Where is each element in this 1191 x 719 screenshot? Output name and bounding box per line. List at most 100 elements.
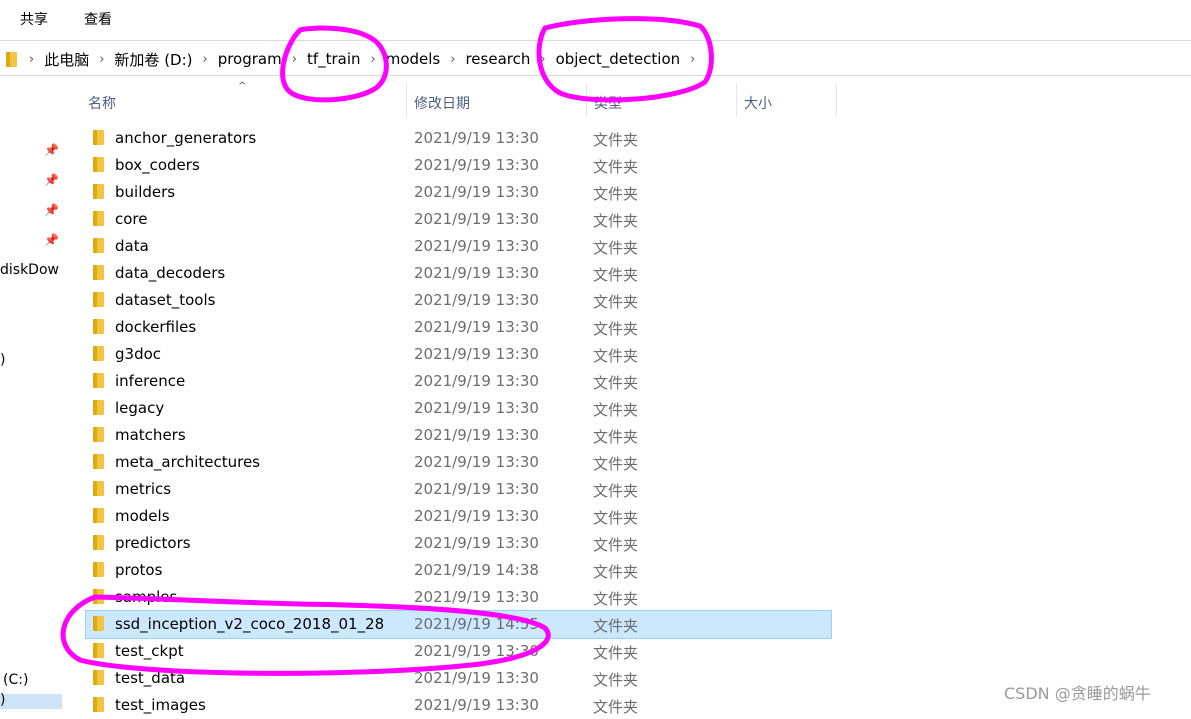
folder-icon bbox=[93, 616, 104, 631]
nav-item-diskdownload[interactable]: diskDow bbox=[0, 262, 59, 278]
file-modified-date: 2021/9/19 13:30 bbox=[414, 210, 539, 228]
file-modified-date: 2021/9/19 13:30 bbox=[414, 156, 539, 174]
column-type[interactable]: 类型 bbox=[594, 93, 622, 113]
file-row[interactable]: test_data 2021/9/19 13:30 文件夹 bbox=[86, 665, 831, 692]
folder-icon bbox=[93, 697, 104, 712]
chevron-right-icon[interactable]: › bbox=[371, 52, 376, 67]
file-row[interactable]: data 2021/9/19 13:30 文件夹 bbox=[86, 233, 831, 260]
file-modified-date: 2021/9/19 13:30 bbox=[414, 264, 539, 282]
column-size[interactable]: 大小 bbox=[744, 93, 772, 113]
file-type: 文件夹 bbox=[593, 374, 639, 392]
column-divider[interactable] bbox=[836, 84, 837, 116]
file-name: box_coders bbox=[115, 156, 200, 174]
file-modified-date: 2021/9/19 13:30 bbox=[414, 480, 539, 498]
file-modified-date: 2021/9/19 13:30 bbox=[414, 696, 539, 714]
column-name[interactable]: 名称 bbox=[88, 93, 116, 113]
file-name: data_decoders bbox=[115, 264, 226, 282]
file-row[interactable]: box_coders 2021/9/19 13:30 文件夹 bbox=[86, 152, 831, 179]
file-name: ssd_inception_v2_coco_2018_01_28 bbox=[115, 615, 385, 633]
nav-item-partial[interactable]: ) bbox=[0, 352, 5, 368]
chevron-right-icon[interactable]: › bbox=[203, 52, 208, 67]
file-name: anchor_generators bbox=[115, 129, 257, 147]
file-modified-date: 2021/9/19 13:30 bbox=[414, 588, 539, 606]
file-row[interactable]: protos 2021/9/19 14:38 文件夹 bbox=[86, 557, 831, 584]
file-row[interactable]: data_decoders 2021/9/19 13:30 文件夹 bbox=[86, 260, 831, 287]
ribbon-tab-share[interactable]: 共享 bbox=[20, 9, 48, 29]
folder-icon bbox=[93, 238, 104, 253]
column-divider[interactable] bbox=[406, 84, 407, 116]
file-modified-date: 2021/9/19 13:30 bbox=[414, 453, 539, 471]
pin-icon[interactable]: 📌 bbox=[44, 173, 59, 187]
breadcrumb-drive-d[interactable]: 新加卷 (D:) bbox=[114, 49, 192, 70]
file-type: 文件夹 bbox=[593, 131, 639, 149]
folder-icon bbox=[93, 508, 104, 523]
pin-icon[interactable]: 📌 bbox=[44, 203, 59, 217]
file-name: g3doc bbox=[115, 345, 162, 363]
file-row[interactable]: anchor_generators 2021/9/19 13:30 文件夹 bbox=[86, 125, 831, 152]
file-row[interactable]: core 2021/9/19 13:30 文件夹 bbox=[86, 206, 831, 233]
column-divider[interactable] bbox=[736, 84, 737, 116]
folder-icon bbox=[93, 589, 104, 604]
folder-icon bbox=[93, 427, 104, 442]
column-divider[interactable] bbox=[586, 84, 587, 116]
file-type: 文件夹 bbox=[593, 428, 639, 446]
file-name: legacy bbox=[115, 399, 165, 417]
file-row[interactable]: ssd_inception_v2_coco_2018_01_28 2021/9/1… bbox=[85, 610, 832, 639]
column-date[interactable]: 修改日期 bbox=[414, 93, 470, 113]
file-name: builders bbox=[115, 183, 176, 201]
file-row[interactable]: legacy 2021/9/19 13:30 文件夹 bbox=[86, 395, 831, 422]
file-row[interactable]: meta_architectures 2021/9/19 13:30 文件夹 bbox=[86, 449, 831, 476]
file-modified-date: 2021/9/19 13:30 bbox=[414, 372, 539, 390]
chevron-right-icon[interactable]: › bbox=[29, 52, 34, 67]
pin-icon[interactable]: 📌 bbox=[44, 143, 59, 157]
file-row[interactable]: dataset_tools 2021/9/19 13:30 文件夹 bbox=[86, 287, 831, 314]
file-row[interactable]: test_ckpt 2021/9/19 13:30 文件夹 bbox=[86, 638, 831, 665]
folder-icon bbox=[93, 373, 104, 388]
address-bar[interactable]: › 此电脑 › 新加卷 (D:) › program › tf_train › … bbox=[0, 40, 1191, 76]
file-modified-date: 2021/9/19 14:38 bbox=[414, 561, 539, 579]
breadcrumb: › 此电脑 › 新加卷 (D:) › program › tf_train › … bbox=[6, 41, 705, 77]
file-row[interactable]: g3doc 2021/9/19 13:30 文件夹 bbox=[86, 341, 831, 368]
folder-icon bbox=[93, 265, 104, 280]
folder-icon bbox=[93, 184, 104, 199]
breadcrumb-tf-train[interactable]: tf_train bbox=[307, 50, 361, 68]
folder-icon bbox=[93, 643, 104, 658]
column-header: ^ 名称 修改日期 类型 大小 bbox=[78, 77, 838, 123]
file-row[interactable]: models 2021/9/19 13:30 文件夹 bbox=[86, 503, 831, 530]
file-modified-date: 2021/9/19 13:30 bbox=[414, 534, 539, 552]
breadcrumb-this-pc[interactable]: 此电脑 bbox=[44, 49, 89, 70]
breadcrumb-models[interactable]: models bbox=[386, 50, 441, 68]
file-name: models bbox=[115, 507, 170, 525]
breadcrumb-research[interactable]: research bbox=[465, 50, 530, 68]
chevron-right-icon[interactable]: › bbox=[292, 52, 297, 67]
file-row[interactable]: metrics 2021/9/19 13:30 文件夹 bbox=[86, 476, 831, 503]
file-name: predictors bbox=[115, 534, 191, 552]
chevron-right-icon[interactable]: › bbox=[99, 52, 104, 67]
file-row[interactable]: dockerfiles 2021/9/19 13:30 文件夹 bbox=[86, 314, 831, 341]
file-row[interactable]: builders 2021/9/19 13:30 文件夹 bbox=[86, 179, 831, 206]
file-type: 文件夹 bbox=[593, 617, 639, 635]
nav-item-selected-bg[interactable]: ) bbox=[0, 692, 62, 709]
file-modified-date: 2021/9/19 13:30 bbox=[414, 129, 539, 147]
chevron-right-icon[interactable]: › bbox=[690, 52, 695, 67]
file-modified-date: 2021/9/19 13:30 bbox=[414, 183, 539, 201]
breadcrumb-program[interactable]: program bbox=[218, 50, 282, 68]
file-row[interactable]: inference 2021/9/19 13:30 文件夹 bbox=[86, 368, 831, 395]
pin-icon[interactable]: 📌 bbox=[44, 233, 59, 247]
file-type: 文件夹 bbox=[593, 347, 639, 365]
file-modified-date: 2021/9/19 14:55 bbox=[414, 615, 539, 633]
ribbon-tab-view[interactable]: 查看 bbox=[84, 9, 112, 29]
nav-item-drive-c[interactable]: (C:) bbox=[3, 672, 28, 688]
chevron-right-icon[interactable]: › bbox=[450, 52, 455, 67]
file-row[interactable]: matchers 2021/9/19 13:30 文件夹 bbox=[86, 422, 831, 449]
file-row[interactable]: predictors 2021/9/19 13:30 文件夹 bbox=[86, 530, 831, 557]
folder-icon bbox=[6, 51, 17, 67]
file-row[interactable]: test_images 2021/9/19 13:30 文件夹 bbox=[86, 692, 831, 719]
folder-icon bbox=[93, 562, 104, 577]
chevron-right-icon[interactable]: › bbox=[540, 52, 545, 67]
file-name: core bbox=[115, 210, 148, 228]
file-row[interactable]: samples 2021/9/19 13:30 文件夹 bbox=[86, 584, 831, 611]
breadcrumb-object-detection[interactable]: object_detection bbox=[556, 50, 681, 68]
file-type: 文件夹 bbox=[593, 671, 639, 689]
file-list: ^ 名称 修改日期 类型 大小 anchor_generators 2021/9/… bbox=[78, 77, 1191, 716]
